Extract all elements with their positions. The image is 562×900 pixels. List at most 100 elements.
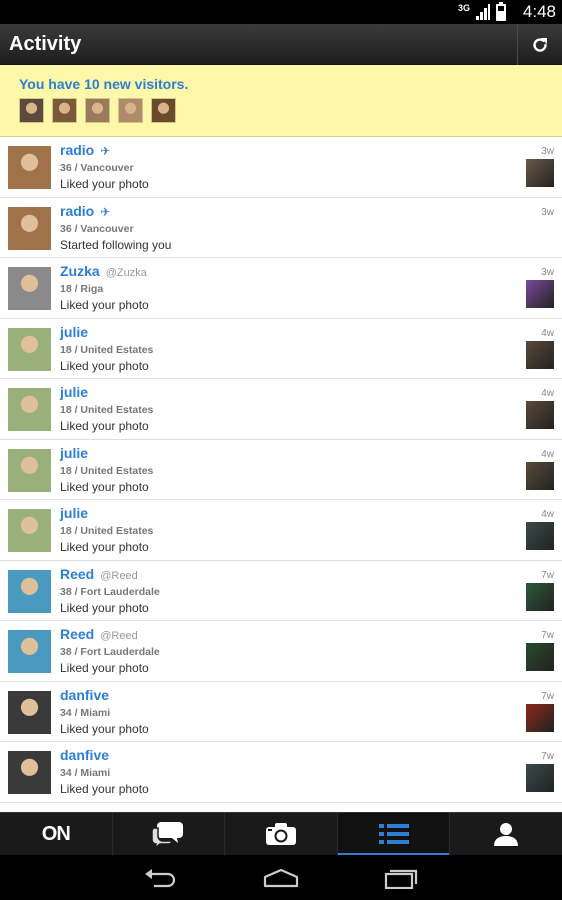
photo-thumbnail[interactable] — [526, 643, 554, 671]
clock: 4:48 — [522, 2, 556, 21]
airplane-icon: ✈ — [100, 204, 111, 219]
user-avatar[interactable] — [8, 630, 51, 673]
activity-time: 7w — [541, 630, 554, 641]
user-age-location: 18 / United Estates — [60, 525, 154, 537]
activity-text: Liked your photo — [60, 177, 149, 191]
activity-row[interactable]: danfive 34 / Miami Liked your photo 7w — [0, 682, 562, 742]
activity-row[interactable]: Reed @Reed 38 / Fort Lauderdale Liked your … — [0, 621, 562, 682]
back-icon — [145, 868, 176, 887]
recents-button[interactable] — [381, 863, 421, 893]
visitor-avatar[interactable] — [118, 98, 143, 123]
activity-row[interactable]: julie 18 / United Estates Liked your photo… — [0, 500, 562, 561]
activity-text: Liked your photo — [60, 419, 149, 433]
camera-icon — [265, 823, 296, 845]
activity-time: 3w — [541, 206, 554, 218]
user-avatar[interactable] — [8, 327, 51, 371]
activity-row[interactable]: radio ✈ 36 / Vancouver Started following yo… — [0, 198, 562, 258]
photo-thumbnail[interactable] — [526, 703, 554, 732]
status-bar: 3G 4:48 — [0, 0, 562, 24]
photo-thumbnail[interactable] — [526, 159, 554, 187]
user-avatar[interactable] — [8, 509, 51, 552]
activity-time: 4w — [541, 388, 554, 399]
user-handle: @Reed — [100, 569, 138, 582]
new-visitors-banner[interactable]: You have 10 new visitors. — [0, 65, 562, 137]
status-icons: 3G — [457, 1, 506, 21]
user-avatar[interactable] — [8, 388, 51, 431]
user-name[interactable]: Reed — [60, 626, 94, 642]
user-age-location: 38 / Fort Lauderdale — [60, 585, 160, 598]
user-age-location: 34 / Miami — [60, 767, 111, 779]
user-age-location: 18 / United Estates — [60, 343, 154, 356]
battery-icon — [496, 1, 506, 21]
user-avatar[interactable] — [8, 267, 51, 310]
tab-on[interactable]: ON — [0, 813, 113, 855]
user-age-location: 18 / United Estates — [60, 404, 154, 416]
name-line: Reed @Reed — [60, 566, 138, 582]
action-bar: Activity — [0, 24, 562, 65]
user-name[interactable]: Zuzka — [60, 263, 100, 279]
list-icon — [378, 824, 409, 844]
photo-thumbnail[interactable] — [526, 764, 554, 792]
user-name[interactable]: radio — [60, 142, 94, 158]
name-line: julie — [60, 324, 88, 340]
activity-time: 4w — [541, 327, 554, 339]
tab-chat[interactable] — [113, 813, 226, 855]
activity-row[interactable]: julie 18 / United Estates Liked your photo… — [0, 440, 562, 500]
tab-camera[interactable] — [225, 813, 338, 855]
user-avatar[interactable] — [8, 146, 51, 189]
user-name[interactable]: julie — [60, 324, 88, 340]
user-name[interactable]: julie — [60, 384, 88, 400]
airplane-icon: ✈ — [100, 144, 111, 158]
user-name[interactable]: danfive — [60, 747, 109, 763]
user-name[interactable]: julie — [60, 445, 88, 461]
user-avatar[interactable] — [8, 448, 51, 492]
user-avatar[interactable] — [8, 206, 51, 250]
activity-text: Liked your photo — [60, 782, 149, 796]
visitor-avatar[interactable] — [52, 98, 77, 123]
user-avatar[interactable] — [8, 569, 51, 613]
home-button[interactable] — [261, 863, 301, 893]
photo-thumbnail[interactable] — [526, 461, 554, 490]
activity-row[interactable]: danfive 34 / Miami Liked your photo 7w — [0, 742, 562, 803]
visitor-avatar[interactable] — [85, 98, 110, 123]
activity-row[interactable]: julie 18 / United Estates Liked your photo… — [0, 319, 562, 379]
photo-thumbnail[interactable] — [526, 401, 554, 429]
bottom-tab-bar: ON — [0, 812, 562, 855]
activity-list[interactable]: radio ✈ 36 / Vancouver Liked your photo 3w ra… — [0, 137, 562, 813]
chat-bubbles-icon — [151, 822, 184, 848]
user-avatar[interactable] — [8, 751, 51, 794]
photo-thumbnail[interactable] — [526, 280, 554, 308]
user-name[interactable]: Reed — [60, 566, 94, 582]
user-handle: @Zuzka — [105, 267, 147, 279]
user-name[interactable]: danfive — [60, 687, 109, 703]
activity-text: Liked your photo — [60, 600, 149, 615]
network-type: 3G — [457, 3, 470, 13]
activity-row[interactable]: radio ✈ 36 / Vancouver Liked your photo 3w — [0, 137, 562, 198]
user-name[interactable]: julie — [60, 505, 88, 521]
photo-thumbnail[interactable] — [526, 582, 554, 611]
person-icon — [494, 823, 519, 846]
user-age-location: 18 / Riga — [60, 283, 104, 295]
activity-row[interactable]: Reed @Reed 38 / Fort Lauderdale Liked your … — [0, 561, 562, 621]
activity-row[interactable]: julie 18 / United Estates Liked your photo… — [0, 379, 562, 440]
visitor-avatar[interactable] — [151, 98, 176, 123]
activity-text: Liked your photo — [60, 298, 149, 312]
user-name[interactable]: radio — [60, 203, 94, 219]
activity-time: 7w — [541, 569, 554, 581]
home-icon — [263, 868, 299, 887]
tab-profile[interactable] — [450, 813, 562, 855]
visitor-avatar[interactable] — [19, 98, 44, 123]
activity-text: Liked your photo — [60, 540, 149, 554]
user-avatar[interactable] — [8, 690, 51, 734]
photo-thumbnail[interactable] — [526, 340, 554, 369]
back-button[interactable] — [141, 863, 181, 893]
activity-text: Liked your photo — [60, 479, 149, 494]
activity-time: 3w — [541, 146, 554, 157]
refresh-button[interactable] — [517, 24, 562, 65]
photo-thumbnail[interactable] — [526, 522, 554, 550]
tab-activity[interactable] — [337, 813, 451, 855]
activity-text: Liked your photo — [60, 661, 149, 675]
name-line: julie — [60, 505, 88, 521]
activity-text: Liked your photo — [60, 721, 149, 736]
activity-row[interactable]: Zuzka @Zuzka 18 / Riga Liked your photo 3w — [0, 258, 562, 319]
